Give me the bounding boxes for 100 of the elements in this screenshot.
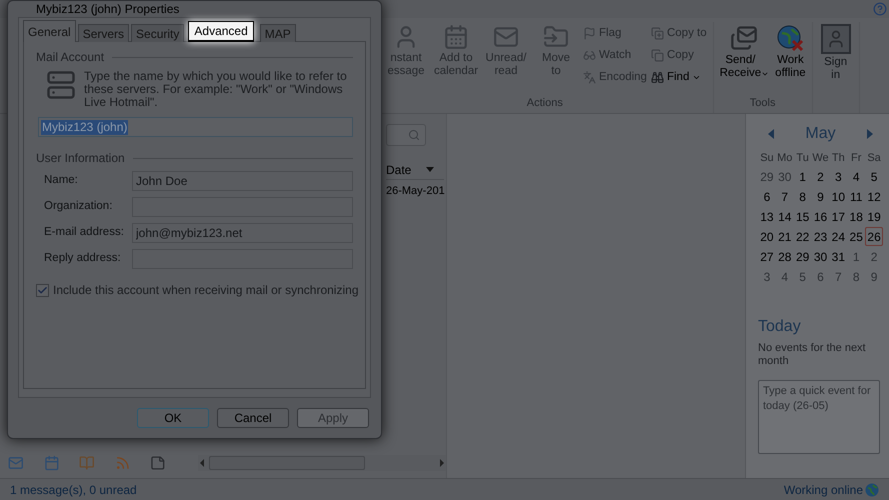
calendar-day[interactable]: 10 bbox=[829, 187, 848, 206]
calendar-day[interactable]: 26 bbox=[865, 227, 883, 246]
encoding-icon bbox=[583, 71, 596, 84]
calendar-day[interactable]: 27 bbox=[758, 247, 776, 266]
section-heading: Mail Account bbox=[36, 49, 104, 66]
calendar-day[interactable]: 1 bbox=[847, 247, 866, 266]
month-label: May bbox=[805, 124, 836, 144]
selected-text: Mybiz123 (john) bbox=[41, 120, 128, 134]
field-label: Organization: bbox=[43, 199, 114, 214]
calendar-day[interactable]: 9 bbox=[812, 187, 830, 206]
calendar-day[interactable]: 4 bbox=[776, 267, 794, 286]
dialog-tab[interactable]: Security bbox=[131, 24, 184, 42]
caret-icon bbox=[692, 73, 702, 82]
next-month-button[interactable] bbox=[866, 129, 873, 139]
calendar-day[interactable]: 12 bbox=[865, 187, 883, 206]
calendar-day[interactable]: 22 bbox=[794, 227, 812, 246]
status-text: 1 message(s), 0 unread bbox=[10, 482, 137, 498]
calendar-day[interactable]: 25 bbox=[847, 227, 866, 246]
flag-icon bbox=[583, 27, 596, 40]
contacts-icon[interactable] bbox=[79, 455, 95, 471]
calendar-day[interactable]: 20 bbox=[758, 227, 776, 246]
calendar-day[interactable]: 29 bbox=[794, 247, 812, 266]
calendar-day[interactable]: 3 bbox=[829, 167, 848, 186]
calendar-day[interactable]: 13 bbox=[758, 207, 776, 226]
dialog-tab[interactable]: Servers bbox=[78, 24, 130, 42]
text-field[interactable]: John Doe bbox=[132, 171, 353, 191]
calendar-day[interactable]: 29 bbox=[758, 167, 776, 186]
calendar-day[interactable]: 5 bbox=[865, 167, 883, 186]
calendar-day[interactable]: 4 bbox=[847, 167, 866, 186]
calendar-day[interactable]: 14 bbox=[776, 207, 794, 226]
binoculars-icon bbox=[650, 71, 664, 84]
caret-icon bbox=[761, 70, 770, 78]
calendar-day[interactable]: 17 bbox=[829, 207, 848, 226]
date-cell[interactable]: 26-May-201 bbox=[386, 183, 444, 200]
column-header[interactable]: Date bbox=[386, 160, 444, 180]
calendar-day[interactable]: 11 bbox=[847, 187, 866, 206]
ribbon-button[interactable]: Send/ Receive bbox=[720, 22, 770, 94]
dialog-button[interactable]: OK bbox=[137, 408, 209, 428]
note-icon[interactable] bbox=[150, 455, 166, 471]
server-icon bbox=[46, 70, 76, 100]
calendar-day[interactable]: 6 bbox=[758, 187, 776, 206]
quick-event-field[interactable]: Type a quick event for today (26-05) bbox=[758, 380, 880, 454]
checkbox[interactable] bbox=[36, 284, 49, 296]
calendar-day[interactable]: 8 bbox=[794, 187, 812, 206]
sign-in-button[interactable]: Sign in bbox=[820, 22, 851, 82]
globe-icon bbox=[865, 482, 879, 496]
calendar-day[interactable]: 16 bbox=[812, 207, 830, 226]
envelopes-icon bbox=[730, 24, 758, 52]
search-field[interactable] bbox=[386, 124, 426, 146]
calendar-day[interactable]: 30 bbox=[812, 247, 830, 266]
today-heading: Today bbox=[758, 316, 802, 336]
weekday-label: We bbox=[812, 151, 830, 166]
calendar-day[interactable]: 30 bbox=[776, 167, 794, 186]
ribbon-button[interactable]: Work offline bbox=[775, 22, 806, 94]
help-icon[interactable] bbox=[873, 2, 887, 16]
calendar-day[interactable]: 23 bbox=[812, 227, 830, 246]
feed-icon[interactable] bbox=[114, 455, 130, 471]
field-label: Name: bbox=[43, 173, 79, 188]
horizontal-scrollbar[interactable] bbox=[198, 455, 446, 471]
weekday-label: Tu bbox=[795, 151, 810, 166]
checkbox-label: Include this account when receiving mail or synchronizing bbox=[53, 282, 358, 299]
dialog-tab[interactable]: MAP bbox=[260, 24, 296, 42]
calendar-day[interactable]: 24 bbox=[829, 227, 848, 246]
calendar-day[interactable]: 7 bbox=[776, 187, 794, 206]
mail-icon[interactable] bbox=[8, 455, 24, 471]
calendar-day[interactable]: 19 bbox=[865, 207, 883, 226]
copy-to-icon bbox=[650, 27, 664, 40]
dialog-button[interactable]: Cancel bbox=[217, 408, 289, 428]
person-icon bbox=[820, 24, 851, 54]
weekday-label: Su bbox=[759, 151, 775, 166]
calendar-day[interactable]: 2 bbox=[865, 247, 883, 266]
calendar-day[interactable]: 15 bbox=[794, 207, 812, 226]
text-field[interactable]: john@mybiz123.net bbox=[132, 223, 353, 243]
dialog-tab[interactable]: Advanced bbox=[188, 21, 254, 42]
section-heading: User Information bbox=[36, 150, 125, 167]
previous-month-button[interactable] bbox=[768, 129, 774, 139]
calendar-day[interactable]: 5 bbox=[794, 267, 812, 286]
ribbon-small-button[interactable]: Find bbox=[650, 68, 707, 87]
calendar-day[interactable]: 3 bbox=[758, 267, 776, 286]
calendar-day[interactable]: 28 bbox=[776, 247, 794, 266]
calendar-day[interactable]: 1 bbox=[794, 167, 812, 186]
account-name-field[interactable]: Mybiz123 (john) bbox=[38, 117, 353, 137]
description-text: Type the name by which you would like to refer to these servers. For example: "Work" or "Windows Live Hotmail". bbox=[84, 70, 348, 109]
calendar-icon[interactable] bbox=[44, 455, 60, 471]
window-title: Mybiz123 (john) Properties bbox=[35, 1, 180, 17]
weekday-label: Mo bbox=[776, 151, 794, 166]
calendar-day[interactable]: 18 bbox=[847, 207, 866, 226]
calendar-day[interactable]: 8 bbox=[847, 267, 866, 286]
group-label: Actions bbox=[526, 96, 563, 110]
dialog-tab[interactable]: General bbox=[23, 20, 76, 42]
calendar-day[interactable]: 31 bbox=[829, 247, 848, 266]
glasses-icon bbox=[583, 49, 596, 62]
weekday-label: Fr bbox=[850, 151, 862, 166]
calendar-day[interactable]: 7 bbox=[829, 267, 848, 286]
weekday-label: Th bbox=[830, 151, 846, 166]
globe-cross-icon bbox=[776, 24, 804, 52]
calendar-day[interactable]: 2 bbox=[812, 167, 830, 186]
calendar-day[interactable]: 6 bbox=[812, 267, 830, 286]
calendar-day[interactable]: 21 bbox=[776, 227, 794, 246]
calendar-day[interactable]: 9 bbox=[865, 267, 883, 286]
